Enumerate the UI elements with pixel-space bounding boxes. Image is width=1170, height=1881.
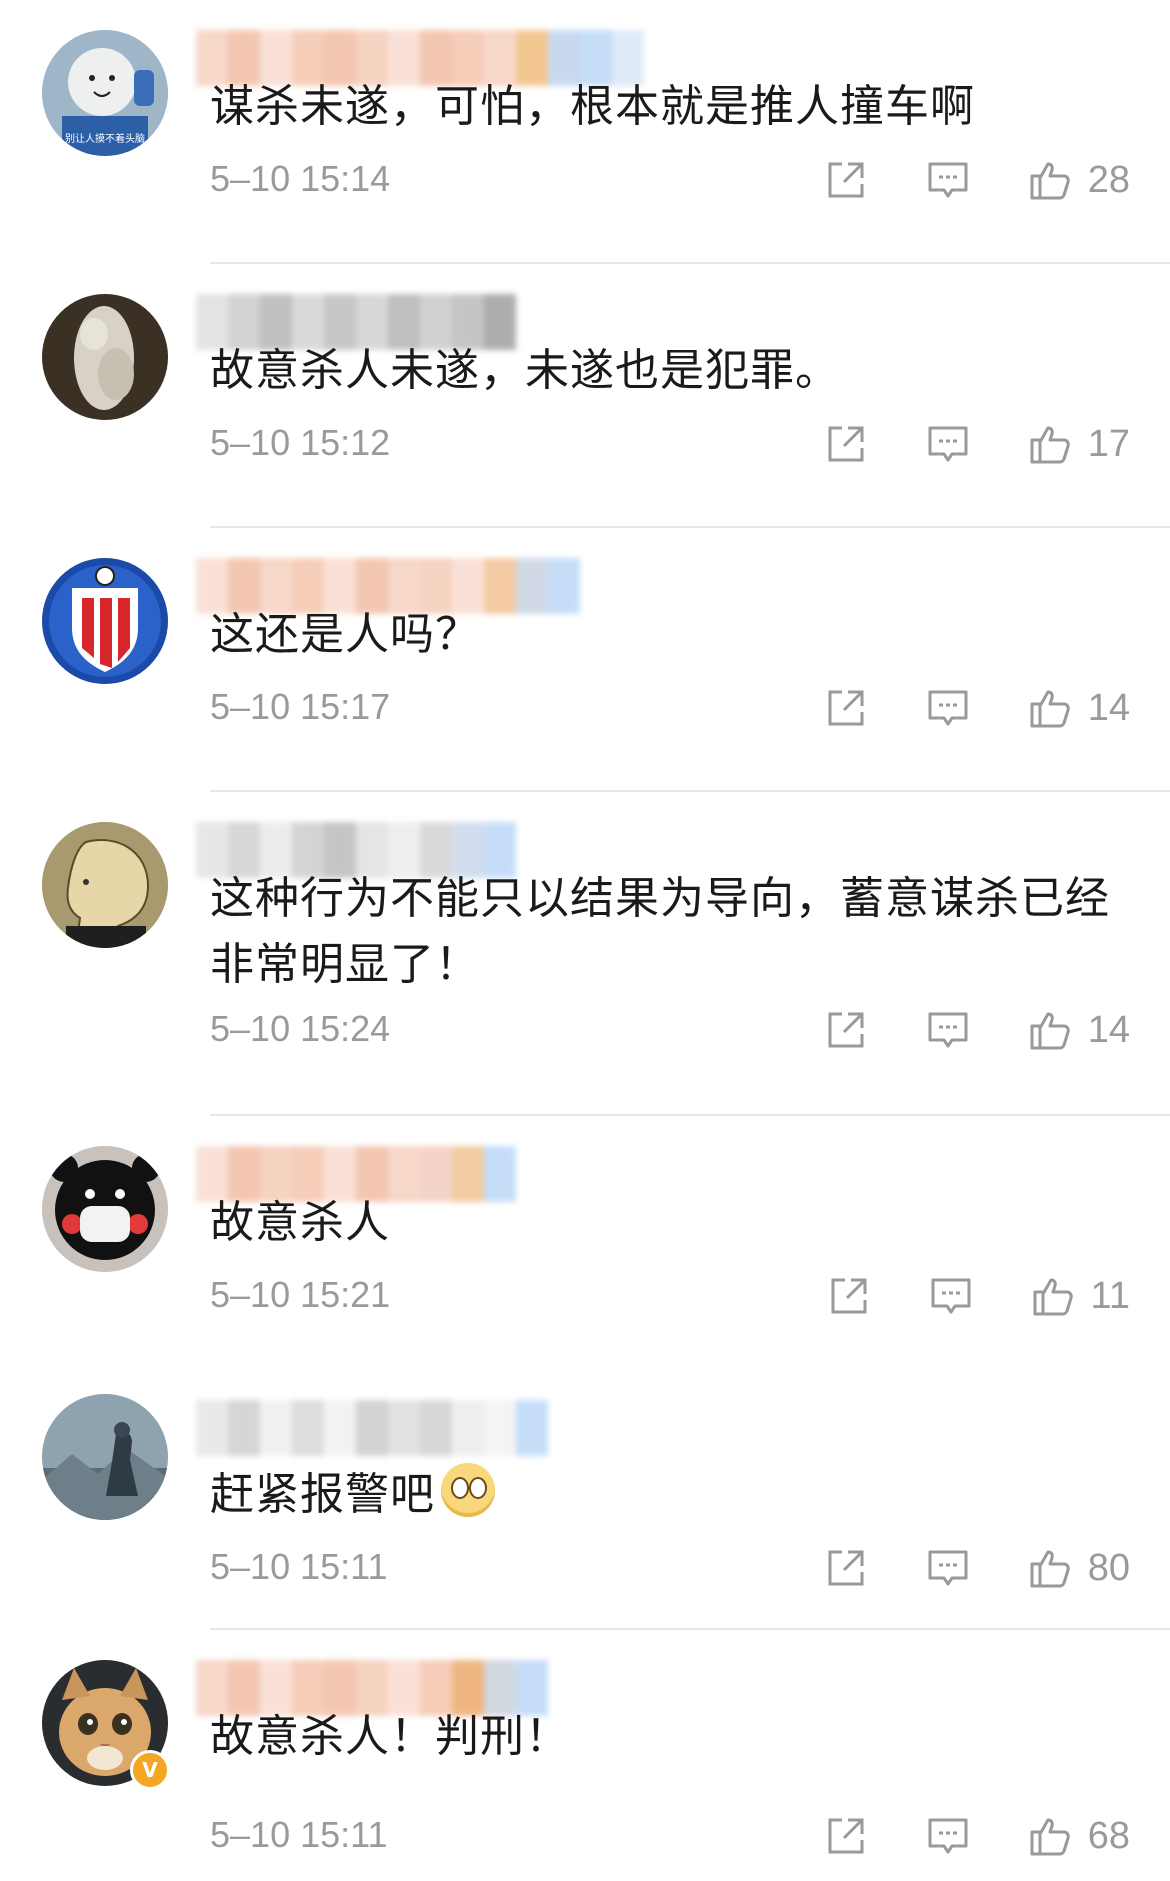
divider [210, 790, 1170, 792]
thumbs-up-icon [1026, 1544, 1074, 1592]
share-icon[interactable] [822, 1812, 870, 1860]
comment-time: 5–10 15:24 [210, 1008, 391, 1049]
avatar[interactable] [42, 558, 168, 684]
emoji-icon [441, 1463, 495, 1517]
share-icon[interactable] [822, 1006, 870, 1054]
avatar[interactable] [42, 1394, 168, 1520]
thumbs-up-icon [1026, 1006, 1074, 1054]
comment-actions: 80 [768, 1538, 1130, 1598]
comment-text: 这还是人吗？ [210, 609, 480, 660]
avatar[interactable]: 别让人摸不着头脑 [42, 30, 168, 156]
comment-actions: 14 [768, 1000, 1130, 1060]
thumbs-up-icon [1029, 1272, 1077, 1320]
like-button[interactable]: 80 [1026, 1544, 1130, 1592]
like-button[interactable]: 17 [1026, 420, 1130, 468]
comment-time: 5–10 15:11 [210, 1814, 388, 1855]
comment-text: 这种行为不能只以结果为导向，蓄意谋杀已经非常明显了！ [210, 873, 1110, 990]
comment-meta: 5–10 15:24 14 [210, 1000, 1130, 1060]
comment-text: 故意杀人！判刑！ [210, 1711, 570, 1762]
username-blurred[interactable] [196, 1400, 548, 1456]
comment-time: 5–10 15:11 [210, 1546, 388, 1587]
like-count: 28 [1087, 158, 1130, 201]
like-count: 11 [1090, 1274, 1130, 1317]
comment-actions: 14 [768, 678, 1130, 738]
comment-icon[interactable] [924, 1544, 972, 1592]
avatar[interactable] [42, 1146, 168, 1272]
avatar[interactable] [42, 822, 168, 948]
like-button[interactable]: 11 [1029, 1272, 1130, 1320]
share-icon[interactable] [825, 1272, 873, 1320]
like-count: 68 [1087, 1814, 1130, 1857]
comment-meta: 5–10 15:12 17 [210, 414, 1130, 474]
divider [210, 1628, 1170, 1630]
comment-time: 5–10 15:21 [210, 1274, 391, 1315]
thumbs-up-icon [1026, 1812, 1074, 1860]
like-count: 80 [1087, 1546, 1130, 1589]
verified-badge-icon: V [130, 1750, 170, 1790]
comment-meta: 5–10 15:17 14 [210, 678, 1130, 738]
comment-text: 赶紧报警吧 [210, 1462, 1130, 1528]
comment-time: 5–10 15:12 [210, 422, 391, 463]
comment-text: 谋杀未遂，可怕，根本就是推人撞车啊 [210, 81, 975, 132]
comment-text-content: 赶紧报警吧 [210, 1469, 435, 1520]
comment-icon[interactable] [927, 1272, 975, 1320]
comment-time: 5–10 15:14 [210, 158, 391, 199]
comment-actions: 11 [771, 1266, 1130, 1326]
comment-icon[interactable] [924, 1812, 972, 1860]
share-icon[interactable] [822, 156, 870, 204]
share-icon[interactable] [822, 420, 870, 468]
svg-text:别让人摸不着头脑: 别让人摸不着头脑 [65, 132, 145, 145]
share-icon[interactable] [822, 684, 870, 732]
divider [210, 526, 1170, 528]
comment-meta: 5–10 15:11 80 [210, 1538, 1130, 1598]
like-count: 14 [1087, 1008, 1130, 1051]
thumbs-up-icon [1026, 684, 1074, 732]
share-icon[interactable] [822, 1544, 870, 1592]
like-button[interactable]: 14 [1026, 1006, 1130, 1054]
comment-time: 5–10 15:17 [210, 686, 391, 727]
avatar[interactable] [42, 294, 168, 420]
like-button[interactable]: 28 [1026, 156, 1130, 204]
like-button[interactable]: 14 [1026, 684, 1130, 732]
like-count: 17 [1087, 422, 1130, 465]
divider [210, 1114, 1170, 1116]
like-count: 14 [1087, 686, 1130, 729]
comment-icon[interactable] [924, 684, 972, 732]
thumbs-up-icon [1026, 156, 1074, 204]
comment-text: 故意杀人未遂，未遂也是犯罪。 [210, 345, 840, 396]
comment-meta: 5–10 15:11 68 [210, 1806, 1130, 1866]
comment-actions: 17 [768, 414, 1130, 474]
divider [210, 262, 1170, 264]
like-button[interactable]: 68 [1026, 1812, 1130, 1860]
comment-meta: 5–10 15:21 11 [210, 1266, 1130, 1326]
comment-actions: 28 [768, 150, 1130, 210]
comment-icon[interactable] [924, 1006, 972, 1054]
comment-icon[interactable] [924, 156, 972, 204]
thumbs-up-icon [1026, 420, 1074, 468]
comment-meta: 5–10 15:14 28 [210, 150, 1130, 210]
comment-icon[interactable] [924, 420, 972, 468]
comment-text: 故意杀人 [210, 1197, 390, 1248]
comment-actions: 68 [768, 1806, 1130, 1866]
